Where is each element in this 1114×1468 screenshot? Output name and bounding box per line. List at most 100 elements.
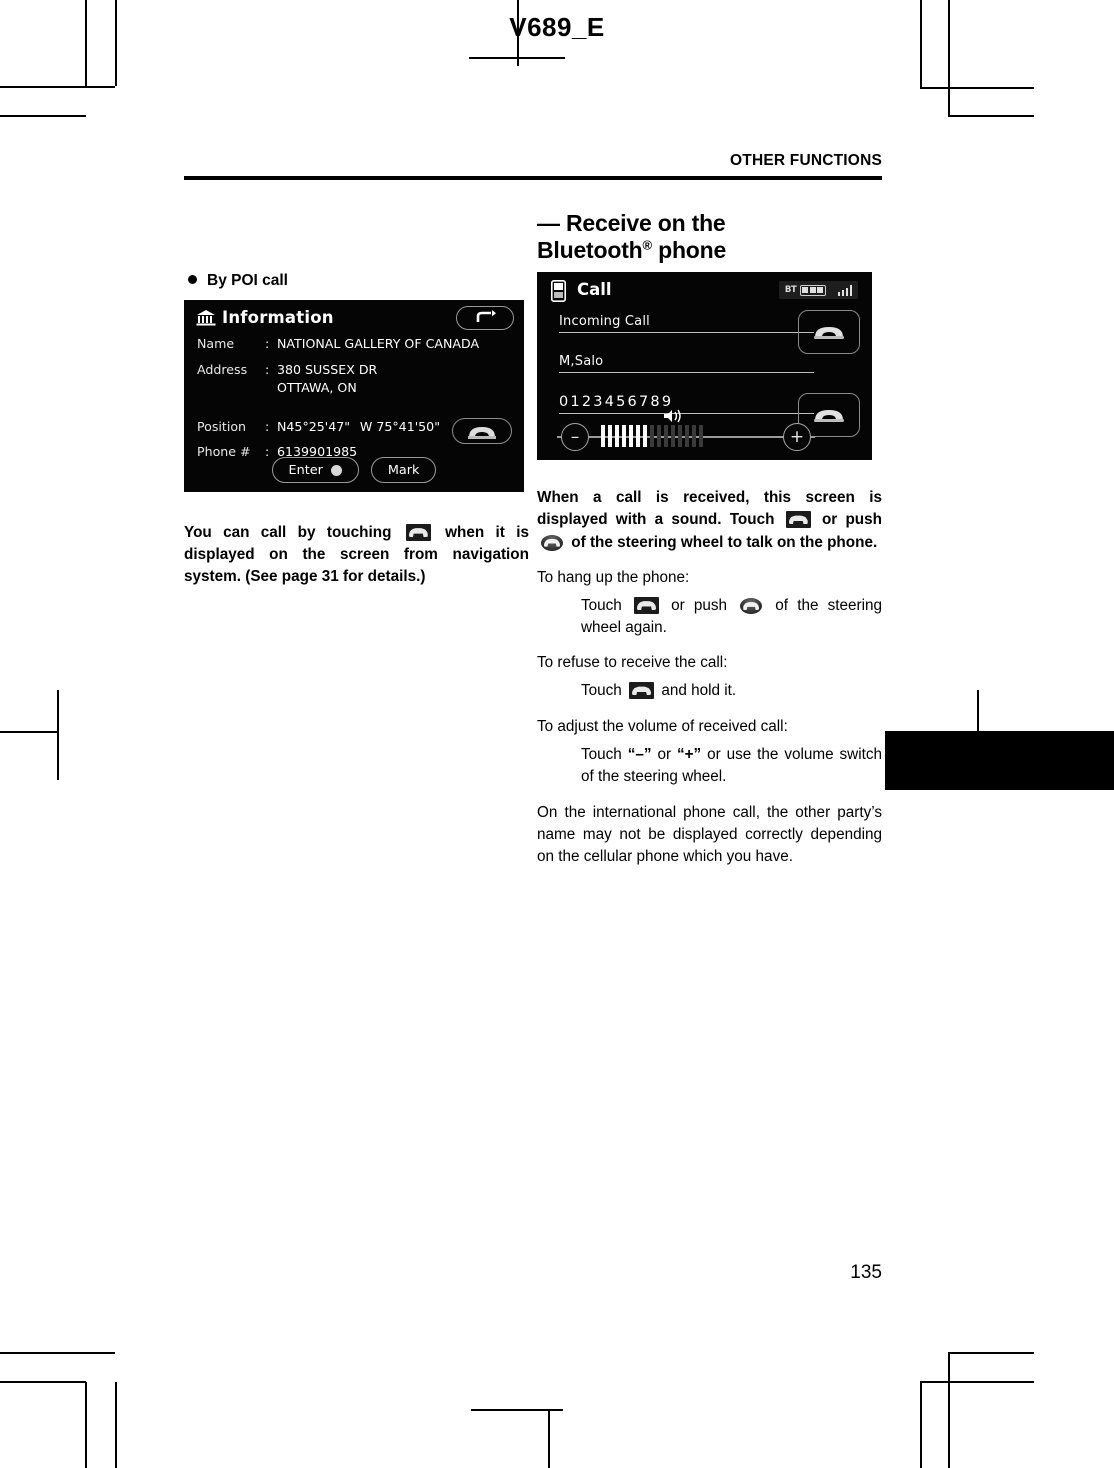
handset-touch-icon bbox=[629, 682, 655, 700]
manual-page: V689_E OTHER FUNCTIONS By POI call Infor… bbox=[0, 0, 1114, 1468]
enter-dot-icon bbox=[330, 464, 342, 476]
registered-trademark-icon: ® bbox=[642, 237, 653, 253]
info-row-value: OTTAWA, ON bbox=[277, 380, 357, 396]
back-arrow-icon bbox=[476, 310, 496, 322]
document-code: V689_E bbox=[509, 12, 605, 42]
refuse-call-prompt: To refuse to receive the call: bbox=[537, 654, 728, 672]
information-rows: Name : NATIONAL GALLERY OF CANADA Addres… bbox=[197, 336, 512, 472]
handset-icon bbox=[814, 327, 844, 340]
bluetooth-label: BT bbox=[784, 285, 797, 296]
crop-mark bbox=[948, 1352, 1034, 1354]
crop-mark bbox=[920, 1381, 1034, 1383]
crop-mark bbox=[948, 115, 1034, 117]
crop-mark bbox=[948, 1352, 950, 1468]
volume-control: – + bbox=[557, 409, 815, 452]
steering-wheel-switch-icon bbox=[541, 534, 563, 551]
section-title: — Receive on the Bluetooth® phone bbox=[537, 210, 882, 264]
section-title-phone: phone bbox=[651, 237, 727, 264]
refuse-call-part-b: and hold it. bbox=[661, 682, 737, 700]
hang-up-prompt: To hang up the phone: bbox=[537, 568, 690, 586]
battery-icon bbox=[799, 284, 826, 296]
enter-button-label: Enter bbox=[288, 462, 323, 478]
crop-mark bbox=[85, 1382, 87, 1468]
handset-icon bbox=[468, 426, 496, 439]
cellphone-icon bbox=[551, 280, 566, 303]
signal-strength-icon bbox=[837, 284, 852, 297]
bullet-heading-label: By POI call bbox=[207, 272, 288, 289]
receive-intro-part-c: of the steering wheel to talk on the pho… bbox=[571, 533, 878, 551]
international-call-note: On the international phone call, the oth… bbox=[537, 804, 882, 866]
info-row-label: Address bbox=[197, 361, 248, 377]
header-rule bbox=[184, 176, 882, 180]
info-row-separator: : bbox=[265, 418, 270, 434]
registration-mark bbox=[977, 690, 979, 732]
info-row-address: Address : 380 SUSSEX DR bbox=[197, 361, 512, 377]
info-row-separator: : bbox=[265, 361, 270, 377]
crop-mark bbox=[920, 87, 1034, 89]
info-row-separator: : bbox=[265, 336, 270, 351]
section-title-line2: Bluetooth® phone bbox=[537, 237, 882, 264]
call-status-line: Incoming Call bbox=[559, 314, 814, 334]
adjust-volume-instruction: Touch “–” or “+” or use the volume switc… bbox=[581, 744, 882, 788]
call-button[interactable] bbox=[452, 418, 512, 444]
info-row-value: NATIONAL GALLERY OF CANADA bbox=[277, 336, 480, 351]
info-row-address-city: OTTAWA, ON bbox=[197, 382, 512, 395]
handset-icon bbox=[814, 410, 844, 423]
adjust-volume-part-b: or use the volume switch of the steering… bbox=[581, 745, 883, 785]
info-row-name: Name : NATIONAL GALLERY OF CANADA bbox=[197, 336, 512, 351]
back-button[interactable] bbox=[456, 306, 514, 330]
crop-mark bbox=[0, 86, 115, 88]
status-indicator-group: BT bbox=[778, 281, 858, 300]
volume-down-button[interactable]: – bbox=[561, 423, 589, 452]
volume-up-button[interactable]: + bbox=[783, 423, 811, 452]
information-screen-title: Information bbox=[222, 308, 334, 327]
steering-wheel-switch-icon bbox=[740, 597, 763, 614]
call-screen-title: Call bbox=[577, 280, 612, 300]
information-button-row: Enter Mark bbox=[184, 457, 524, 483]
adjust-volume-part-a: Touch bbox=[581, 745, 622, 763]
handset-touch-icon bbox=[785, 511, 811, 529]
section-title-line1: — Receive on the bbox=[537, 210, 726, 236]
thumb-index-tab bbox=[885, 731, 1114, 790]
call-screen-screenshot: Call BT Incoming Call M,Salo 0123456789 bbox=[537, 272, 872, 461]
registration-mark bbox=[0, 731, 58, 733]
refuse-call-instruction: Touch and hold it. bbox=[581, 680, 882, 702]
handset-touch-icon bbox=[405, 524, 431, 541]
volume-down-label: – bbox=[570, 426, 580, 447]
bluetooth-status: BT bbox=[784, 284, 826, 296]
crop-mark bbox=[0, 1352, 115, 1354]
refuse-call-part-a: Touch bbox=[581, 682, 622, 700]
hang-up-part-a: Touch bbox=[581, 596, 622, 614]
info-row-separator bbox=[265, 382, 277, 395]
adjust-volume-conjunction: or bbox=[657, 745, 672, 763]
volume-minus-quote: “–” bbox=[627, 745, 652, 763]
info-row-value: N45°25'47" bbox=[277, 418, 351, 434]
info-row-value: 380 SUSSEX DR bbox=[277, 361, 378, 377]
bank-icon bbox=[196, 310, 216, 326]
mark-button-label: Mark bbox=[387, 462, 420, 478]
registration-mark bbox=[57, 690, 59, 780]
section-header: OTHER FUNCTIONS bbox=[730, 152, 882, 169]
right-column: — Receive on the Bluetooth® phone Call B… bbox=[537, 210, 882, 869]
volume-up-label: + bbox=[789, 426, 805, 447]
speaker-icon bbox=[664, 409, 681, 423]
bullet-heading-poi-call: By POI call bbox=[188, 272, 529, 290]
hang-up-part-b: or push bbox=[671, 596, 728, 614]
page-number: 135 bbox=[850, 1262, 882, 1283]
receive-intro-part-b: or push bbox=[821, 511, 883, 529]
receive-intro-paragraph: When a call is received, this screen is … bbox=[537, 487, 882, 554]
info-row-label bbox=[197, 382, 265, 395]
registration-mark bbox=[548, 1409, 550, 1468]
section-title-bluetooth: Bluetooth bbox=[537, 237, 643, 264]
registration-mark bbox=[469, 57, 565, 59]
answer-call-button[interactable] bbox=[798, 310, 860, 355]
enter-button[interactable]: Enter bbox=[271, 457, 359, 483]
poi-call-paragraph-part-a: You can call by touching bbox=[184, 524, 392, 541]
caller-name-line: M,Salo bbox=[559, 354, 814, 374]
hang-up-instruction: Touch or push of the steering wheel agai… bbox=[581, 595, 882, 639]
mark-button[interactable]: Mark bbox=[370, 457, 437, 483]
bullet-dot-icon bbox=[188, 275, 197, 284]
info-row-label: Name bbox=[197, 336, 235, 351]
handset-touch-icon bbox=[633, 596, 659, 614]
crop-mark bbox=[0, 115, 86, 117]
